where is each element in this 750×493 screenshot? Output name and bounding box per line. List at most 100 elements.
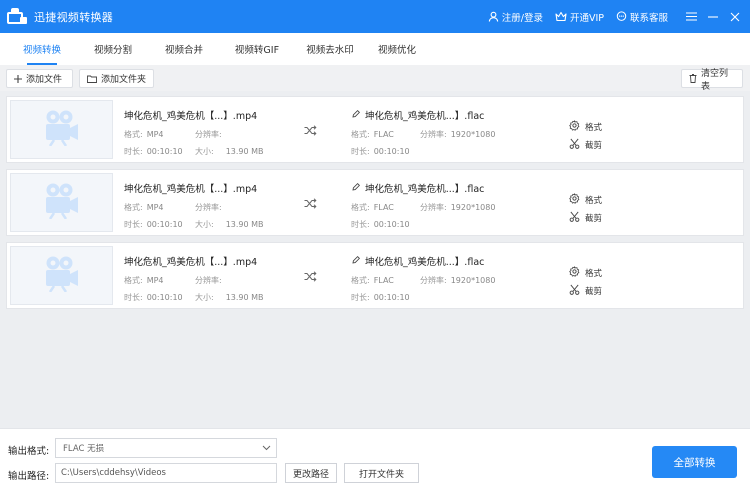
output-format: 格式: FLAC [351,130,394,139]
tab-video-merge[interactable]: 视频合并 [142,33,226,65]
format-settings-button[interactable]: 格式 [569,193,602,207]
output-duration: 时长: 00:10:10 [351,220,410,229]
scissors-icon [569,211,585,225]
source-file-name: 坤化危机_鸡美危机【...】.mp4 [124,111,258,122]
add-folder-button[interactable]: 添加文件夹 [79,69,154,88]
cut-button[interactable]: 截剪 [569,211,602,225]
plus-icon [14,74,22,83]
output-file-name: 坤化危机_鸡美危机...】.flac [365,111,485,122]
clear-list-label: 清空列表 [701,68,729,92]
output-resolution: 分辨率: 1920*1080 [420,203,496,212]
source-resolution: 分辨率: [195,203,222,212]
register-login-label: 注册/登录 [501,12,543,24]
crown-icon [555,11,567,22]
file-list: 坤化危机_鸡美危机【...】.mp4 格式: MP4 分辨率: 时长: 00:10:10 大… [0,91,750,428]
source-resolution: 分辨率: [195,130,222,139]
chat-icon [616,11,627,21]
add-file-label: 添加文件 [26,75,63,85]
add-file-button[interactable]: 添加文件 [6,69,73,88]
menu-button[interactable] [680,0,702,33]
scissors-icon [569,138,585,152]
main-tabs: 视频转换 视频分割 视频合并 视频转GIF 视频去水印 视频优化 [0,33,750,65]
tab-video-optimize[interactable]: 视频优化 [372,33,422,65]
output-format-label: 输出格式: [8,446,50,457]
output-format: 格式: FLAC [351,276,394,285]
source-file-name: 坤化危机_鸡美危机【...】.mp4 [124,184,258,195]
vip-link[interactable]: 开通VIP [555,10,604,24]
output-file-name: 坤化危机_鸡美危机...】.flac [365,184,485,195]
app-logo-icon [7,7,27,26]
source-format: 格式: MP4 [124,203,164,212]
convert-all-button[interactable]: 全部转换 [652,446,737,478]
video-thumbnail [10,173,113,232]
source-duration: 时长: 00:10:10 [124,147,183,156]
tab-video-remove-watermark[interactable]: 视频去水印 [288,33,372,65]
title-bar: 迅捷视频转换器 注册/登录 开通VIP 联系客服 [0,0,750,33]
output-resolution: 分辨率: 1920*1080 [420,130,496,139]
chevron-down-icon [262,445,271,451]
video-camera-icon [42,256,82,295]
output-file-name: 坤化危机_鸡美危机...】.flac [365,257,485,268]
close-button[interactable] [724,0,746,33]
scissors-icon [569,284,585,298]
gear-icon [569,120,585,134]
output-resolution: 分辨率: 1920*1080 [420,276,496,285]
convert-arrow-icon [304,125,317,139]
tab-video-split[interactable]: 视频分割 [84,33,142,65]
source-file-name: 坤化危机_鸡美危机【...】.mp4 [124,257,258,268]
source-duration: 时长: 00:10:10 [124,220,183,229]
output-duration: 时长: 00:10:10 [351,293,410,302]
app-title: 迅捷视频转换器 [34,10,114,24]
gear-icon [569,193,585,207]
video-camera-icon [42,110,82,149]
support-label: 联系客服 [629,12,668,24]
video-camera-icon [42,183,82,222]
source-format: 格式: MP4 [124,276,164,285]
user-icon [488,11,498,22]
output-settings-bar: 输出格式: FLAC 无损 输出路径: 更改路径 打开文件夹 全部转换 [0,428,750,493]
edit-name-icon[interactable] [352,182,361,194]
output-path-input[interactable] [55,463,277,483]
source-size: 大小: 13.90 MB [195,293,264,302]
output-path-label: 输出路径: [8,471,50,482]
cut-button[interactable]: 截剪 [569,284,602,298]
file-card: 坤化危机_鸡美危机【...】.mp4 格式: MP4 分辨率: 时长: 00:10:10 大… [6,242,744,309]
add-folder-label: 添加文件夹 [101,75,147,85]
file-card: 坤化危机_鸡美危机【...】.mp4 格式: MP4 分辨率: 时长: 00:10:10 大… [6,96,744,163]
vip-label: 开通VIP [569,12,604,24]
edit-name-icon[interactable] [352,109,361,121]
menu-icon [685,12,697,21]
change-path-button[interactable]: 更改路径 [285,463,337,483]
edit-name-icon[interactable] [352,255,361,267]
toolbar: 添加文件 添加文件夹 清空列表 [0,65,750,92]
trash-icon [689,74,697,83]
source-size: 大小: 13.90 MB [195,220,264,229]
source-format: 格式: MP4 [124,130,164,139]
file-card: 坤化危机_鸡美危机【...】.mp4 格式: MP4 分辨率: 时长: 00:10:10 大… [6,169,744,236]
cut-button[interactable]: 截剪 [569,138,602,152]
video-thumbnail [10,246,113,305]
output-format-select[interactable]: FLAC 无损 [55,438,277,458]
tab-video-to-gif[interactable]: 视频转GIF [226,33,288,65]
support-link[interactable]: 联系客服 [616,10,668,24]
register-login-link[interactable]: 注册/登录 [488,10,543,24]
convert-arrow-icon [304,271,317,285]
gear-icon [569,266,585,280]
open-folder-button[interactable]: 打开文件夹 [344,463,419,483]
source-size: 大小: 13.90 MB [195,147,264,156]
video-thumbnail [10,100,113,159]
close-icon [730,12,740,21]
clear-list-button[interactable]: 清空列表 [681,69,743,92]
tab-video-convert[interactable]: 视频转换 [0,33,84,65]
minimize-button[interactable] [702,0,724,33]
format-settings-button[interactable]: 格式 [569,120,602,134]
folder-icon [87,75,97,83]
source-duration: 时长: 00:10:10 [124,293,183,302]
output-format-value: FLAC 无损 [63,444,105,454]
output-duration: 时长: 00:10:10 [351,147,410,156]
minimize-icon [708,15,718,18]
format-settings-button[interactable]: 格式 [569,266,602,280]
output-format: 格式: FLAC [351,203,394,212]
source-resolution: 分辨率: [195,276,222,285]
convert-arrow-icon [304,198,317,212]
